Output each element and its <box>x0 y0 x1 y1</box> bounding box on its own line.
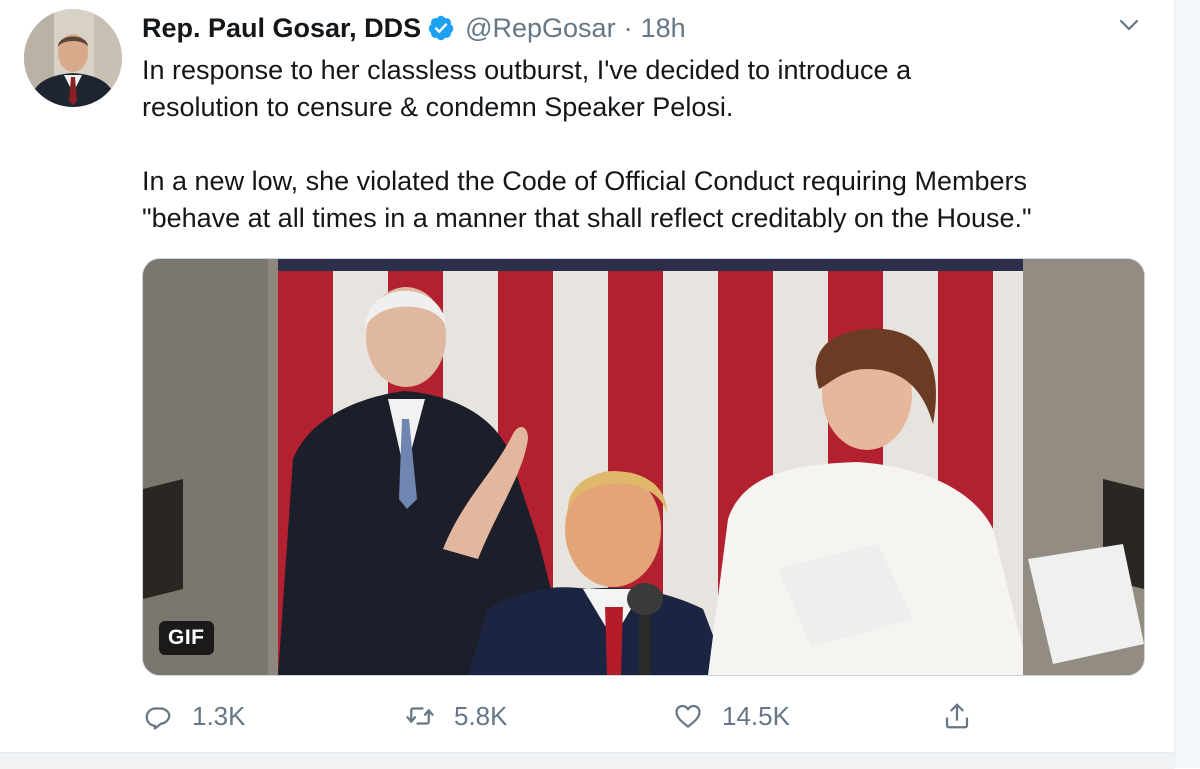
retweet-count: 5.8K <box>454 700 508 731</box>
author-name[interactable]: Rep. Paul Gosar, DDS <box>142 13 421 44</box>
reply-button[interactable]: 1.3K <box>142 694 246 738</box>
gif-badge: GIF <box>159 621 214 655</box>
like-count: 14.5K <box>722 700 790 731</box>
action-bar: 1.3K 5.8K 14.5K <box>142 694 1002 738</box>
tweet-text-line: In response to her classless outburst, I… <box>142 55 912 85</box>
tweet-header: Rep. Paul Gosar, DDS @RepGosar · 18h <box>142 10 686 46</box>
share-icon <box>941 700 973 732</box>
tweet-text-line: resolution to censure & condemn Speaker … <box>142 92 734 122</box>
share-button[interactable] <box>941 694 973 738</box>
tweet-text-line: "behave at all times in a manner that sh… <box>142 203 1032 233</box>
author-handle[interactable]: @RepGosar <box>465 13 615 44</box>
next-tweet-edge <box>0 752 1174 769</box>
chevron-down-icon[interactable] <box>1114 10 1144 40</box>
avatar[interactable] <box>24 9 122 107</box>
heart-icon <box>672 700 704 732</box>
separator-dot: · <box>623 12 633 43</box>
like-button[interactable]: 14.5K <box>672 694 790 738</box>
reply-count: 1.3K <box>192 700 246 731</box>
tweet-media-gif[interactable]: GIF <box>142 258 1145 676</box>
reply-icon <box>142 700 174 732</box>
verified-badge-icon <box>427 14 455 42</box>
right-gutter <box>1175 0 1200 768</box>
tweet-text-line: In a new low, she violated the Code of O… <box>142 166 1027 196</box>
retweet-button[interactable]: 5.8K <box>404 694 508 738</box>
retweet-icon <box>404 700 436 732</box>
tweet-text: In response to her classless outburst, I… <box>142 52 1162 237</box>
timestamp[interactable]: 18h <box>641 13 686 44</box>
